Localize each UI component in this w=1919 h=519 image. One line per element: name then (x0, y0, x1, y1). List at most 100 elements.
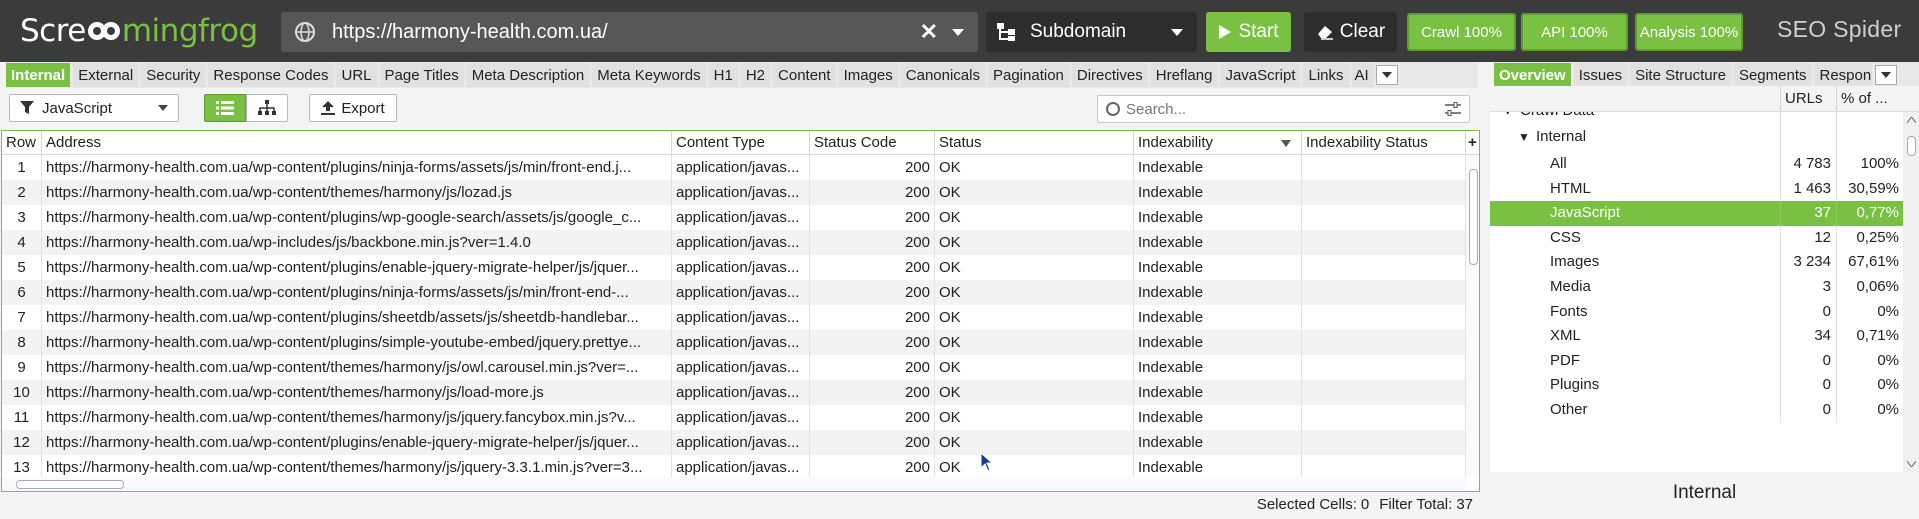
table-row[interactable]: 10 https://harmony-health.com.ua/wp-conte… (2, 380, 1467, 405)
search-options-icon[interactable] (1445, 102, 1461, 116)
cell-indexability[interactable]: Indexable (1134, 330, 1302, 355)
clear-button[interactable]: Clear (1304, 12, 1397, 52)
cell-indexability-status[interactable] (1302, 430, 1466, 455)
filter-select[interactable]: JavaScript (9, 94, 179, 122)
cell-content-type[interactable]: application/javas... (672, 230, 810, 255)
tab-directives[interactable]: Directives (1071, 63, 1149, 87)
table-row[interactable]: 12 https://harmony-health.com.ua/wp-conte… (2, 430, 1467, 455)
cell-indexability[interactable]: Indexable (1134, 205, 1302, 230)
cell-status-code[interactable]: 200 (810, 430, 935, 455)
cell-status[interactable]: OK (935, 380, 1134, 405)
cell-content-type[interactable]: application/javas... (672, 280, 810, 305)
column-header-content-type[interactable]: Content Type (672, 131, 810, 155)
cell-status-code[interactable]: 200 (810, 405, 935, 430)
cell-indexability[interactable]: Indexable (1134, 405, 1302, 430)
tree-row-internal[interactable]: ▼ Internal (1490, 122, 1903, 152)
tab-javascript[interactable]: JavaScript (1220, 63, 1302, 87)
scroll-thumb[interactable] (16, 480, 124, 489)
tab-site-structure[interactable]: Site Structure (1630, 63, 1732, 87)
tab-page-titles[interactable]: Page Titles (379, 63, 465, 87)
cell-indexability-status[interactable] (1302, 180, 1466, 205)
cell-indexability[interactable]: Indexable (1134, 380, 1302, 405)
column-header-indexability[interactable]: Indexability (1134, 131, 1302, 155)
cell-address[interactable]: https://harmony-health.com.ua/wp-content… (42, 355, 672, 380)
cell-status-code[interactable]: 200 (810, 280, 935, 305)
table-row[interactable]: 9 https://harmony-health.com.ua/wp-conten… (2, 355, 1467, 380)
tab-hreflang[interactable]: Hreflang (1150, 63, 1219, 87)
overview-row-images[interactable]: Images 3 234 67,61% (1490, 250, 1903, 275)
cell-status-code[interactable]: 200 (810, 205, 935, 230)
more-right-tabs-button[interactable] (1874, 65, 1897, 85)
cell-status-code[interactable]: 200 (810, 305, 935, 330)
cell-indexability[interactable]: Indexable (1134, 280, 1302, 305)
cell-status-code[interactable]: 200 (810, 230, 935, 255)
cell-row[interactable]: 13 (2, 455, 42, 477)
search-input[interactable] (1126, 100, 1445, 118)
cell-indexability-status[interactable] (1302, 280, 1466, 305)
url-text[interactable]: https://harmony-health.com.ua/ (332, 21, 920, 44)
api-progress-button[interactable]: API 100% (1521, 13, 1628, 51)
cell-status[interactable]: OK (935, 430, 1134, 455)
tab-ai[interactable]: AI (1351, 63, 1374, 87)
cell-indexability[interactable]: Indexable (1134, 455, 1302, 477)
table-row[interactable]: 4 https://harmony-health.com.ua/wp-includ… (2, 230, 1467, 255)
column-header-status[interactable]: Status (935, 131, 1134, 155)
export-button[interactable]: Export (309, 94, 397, 122)
cell-row[interactable]: 1 (2, 155, 42, 180)
cell-status-code[interactable]: 200 (810, 180, 935, 205)
cell-content-type[interactable]: application/javas... (672, 305, 810, 330)
table-row[interactable]: 5 https://harmony-health.com.ua/wp-conten… (2, 255, 1467, 280)
cell-content-type[interactable]: application/javas... (672, 405, 810, 430)
table-row[interactable]: 7 https://harmony-health.com.ua/wp-conten… (2, 305, 1467, 330)
overview-row-other[interactable]: Other 0 0% (1490, 398, 1903, 423)
cell-content-type[interactable]: application/javas... (672, 255, 810, 280)
overview-row-css[interactable]: CSS 12 0,25% (1490, 225, 1903, 251)
overview-row-fonts[interactable]: Fonts 0 0% (1490, 299, 1903, 325)
cell-address[interactable]: https://harmony-health.com.ua/wp-content… (42, 180, 672, 205)
cell-indexability-status[interactable] (1302, 380, 1466, 405)
cell-content-type[interactable]: application/javas... (672, 180, 810, 205)
tab-response-times[interactable]: Respon (1814, 63, 1873, 87)
analysis-progress-button[interactable]: Analysis 100% (1635, 13, 1743, 51)
tab-external[interactable]: External (73, 63, 140, 87)
table-row[interactable]: 13 https://harmony-health.com.ua/wp-conte… (2, 455, 1467, 477)
overview-row-pdf[interactable]: PDF 0 0% (1490, 348, 1903, 374)
scroll-up-icon[interactable] (1907, 117, 1916, 123)
cell-row[interactable]: 11 (2, 405, 42, 430)
cell-status[interactable]: OK (935, 355, 1134, 380)
cell-row[interactable]: 7 (2, 305, 42, 330)
overview-row-plugins[interactable]: Plugins 0 0% (1490, 373, 1903, 398)
tab-meta-keywords[interactable]: Meta Keywords (592, 63, 707, 87)
tab-internal[interactable]: Internal (6, 63, 72, 87)
tab-response-codes[interactable]: Response Codes (208, 63, 335, 87)
horizontal-scrollbar[interactable] (2, 477, 1467, 491)
cell-status[interactable]: OK (935, 180, 1134, 205)
tree-view-button[interactable] (246, 94, 288, 122)
cell-row[interactable]: 10 (2, 380, 42, 405)
add-column-button[interactable]: + (1466, 131, 1479, 155)
cell-indexability-status[interactable] (1302, 255, 1466, 280)
tab-canonicals[interactable]: Canonicals (900, 63, 986, 87)
cell-status-code[interactable]: 200 (810, 330, 935, 355)
cell-indexability-status[interactable] (1302, 355, 1466, 380)
column-header-indexability-status[interactable]: Indexability Status (1302, 131, 1466, 155)
cell-row[interactable]: 6 (2, 280, 42, 305)
overview-row-all[interactable]: All 4 783 100% (1490, 152, 1903, 177)
cell-indexability-status[interactable] (1302, 305, 1466, 330)
cell-indexability-status[interactable] (1302, 455, 1466, 477)
cell-status[interactable]: OK (935, 280, 1134, 305)
cell-address[interactable]: https://harmony-health.com.ua/wp-content… (42, 305, 672, 330)
cell-row[interactable]: 8 (2, 330, 42, 355)
cell-status[interactable]: OK (935, 230, 1134, 255)
cell-content-type[interactable]: application/javas... (672, 380, 810, 405)
cell-indexability-status[interactable] (1302, 330, 1466, 355)
tab-overview[interactable]: Overview (1494, 63, 1572, 87)
overview-scrollbar[interactable] (1903, 112, 1919, 472)
column-header-percent[interactable]: % of ... (1836, 86, 1903, 112)
cell-address[interactable]: https://harmony-health.com.ua/wp-content… (42, 205, 672, 230)
cell-content-type[interactable]: application/javas... (672, 355, 810, 380)
more-tabs-button[interactable] (1375, 65, 1398, 85)
cell-indexability-status[interactable] (1302, 205, 1466, 230)
cell-address[interactable]: https://harmony-health.com.ua/wp-content… (42, 280, 672, 305)
tab-url[interactable]: URL (336, 63, 378, 87)
